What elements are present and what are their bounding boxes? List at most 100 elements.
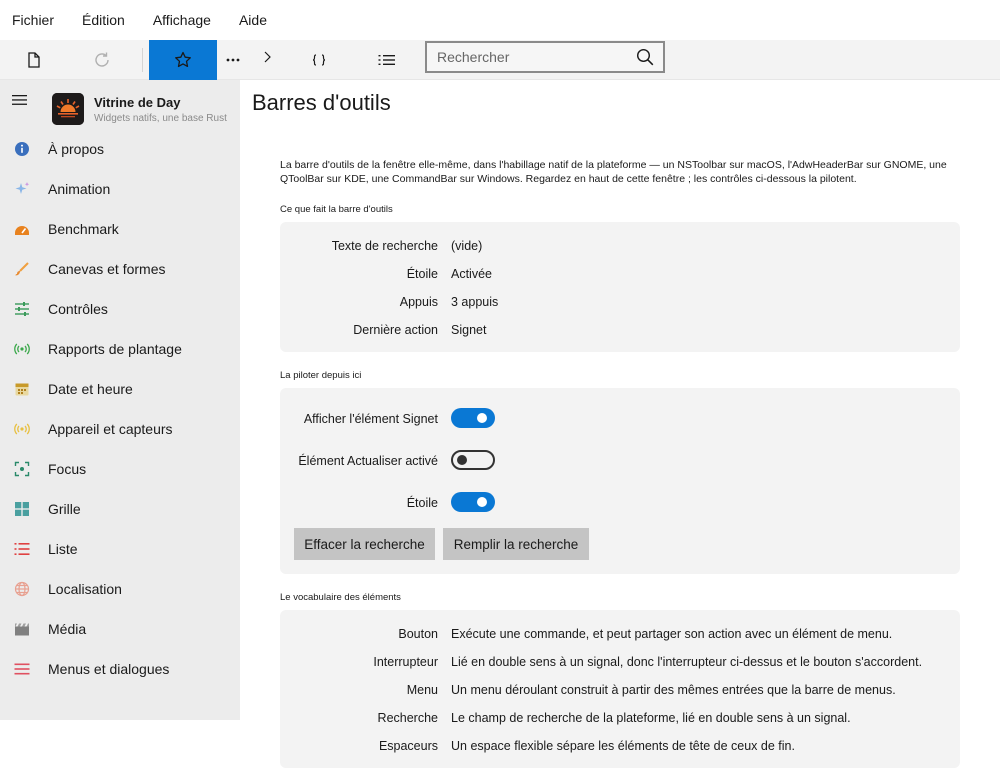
- sensor-icon: [14, 421, 30, 437]
- sidebar-item-label: Canevas et formes: [48, 261, 166, 277]
- sidebar-item-controles[interactable]: Contrôles: [0, 289, 240, 329]
- switch-label-bookmark: Afficher l'élément Signet: [303, 412, 438, 426]
- vocab-key: Espaceurs: [378, 739, 438, 753]
- sidebar-item-label: Liste: [48, 541, 78, 557]
- page-title: Barres d'outils: [252, 90, 391, 115]
- list-button[interactable]: [368, 40, 406, 80]
- vocab-value: Lié en double sens à un signal, donc l'i…: [451, 655, 923, 669]
- sidebar-item-benchmark[interactable]: Benchmark: [0, 209, 240, 249]
- state-value: 3 appuis: [451, 295, 499, 309]
- vocab-value: Un espace flexible sépare les éléments d…: [451, 739, 795, 753]
- clapper-icon: [14, 621, 30, 637]
- sidebar-item-localisation[interactable]: Localisation: [0, 569, 240, 609]
- sidebar-item-date-heure[interactable]: Date et heure: [0, 369, 240, 409]
- toggle-knob: [477, 497, 487, 507]
- hamburger-button[interactable]: [12, 93, 27, 111]
- sidebar-item-rapports[interactable]: Rapports de plantage: [0, 329, 240, 369]
- sidebar-item-appareil[interactable]: Appareil et capteurs: [0, 409, 240, 449]
- sidebar-item-label: Date et heure: [48, 381, 133, 397]
- new-document-button[interactable]: [14, 40, 54, 80]
- state-key: Texte de recherche: [331, 239, 438, 253]
- sidebar-item-media[interactable]: Média: [0, 609, 240, 649]
- toolbar: [0, 40, 1000, 80]
- sidebar-item-liste[interactable]: Liste: [0, 529, 240, 569]
- clear-search-button[interactable]: Effacer la recherche: [294, 528, 435, 560]
- toolbar-separator: [142, 48, 143, 72]
- sunrise-icon: [52, 93, 84, 125]
- menu-edition[interactable]: Édition: [82, 12, 125, 28]
- star-icon: [175, 51, 191, 68]
- sidebar-item-grille[interactable]: Grille: [0, 489, 240, 529]
- menu-fichier[interactable]: Fichier: [12, 12, 54, 28]
- info-icon: [14, 141, 30, 157]
- globe-icon: [14, 581, 30, 597]
- sidebar-item-label: Localisation: [48, 581, 122, 597]
- search-input[interactable]: [427, 43, 627, 71]
- sidebar-item-label: Contrôles: [48, 301, 108, 317]
- sidebar-item-label: Appareil et capteurs: [48, 421, 173, 437]
- vocab-value: Le champ de recherche de la plateforme, …: [451, 711, 851, 725]
- sidebar-item-label: Menus et dialogues: [48, 661, 170, 677]
- switch-label-star: Étoile: [406, 496, 438, 510]
- state-value: (vide): [451, 239, 483, 253]
- sidebar-item-focus[interactable]: Focus: [0, 449, 240, 489]
- state-key: Dernière action: [353, 323, 438, 337]
- sidebar-item-menus[interactable]: Menus et dialogues: [0, 649, 240, 689]
- fill-search-button[interactable]: Remplir la recherche: [443, 528, 589, 560]
- chevron-right-icon: [264, 51, 271, 63]
- sidebar-item-label: Benchmark: [48, 221, 119, 237]
- sidebar: Vitrine de Day Widgets natifs, une base …: [0, 80, 240, 720]
- star-button[interactable]: [149, 40, 217, 80]
- menu-bar: Fichier Édition Affichage Aide: [0, 0, 1000, 40]
- app-logo: [52, 93, 84, 125]
- sparkle-icon: [14, 181, 30, 197]
- search-box: [425, 41, 665, 73]
- app-subtitle: Widgets natifs, une base Rust: [94, 113, 227, 124]
- section-title-drive: La piloter depuis ici: [280, 370, 362, 381]
- vocab-key: Interrupteur: [373, 655, 438, 669]
- main-content: Barres d'outils La barre d'outils de la …: [240, 80, 1000, 776]
- braces-icon: [312, 54, 326, 66]
- menu-icon: [14, 661, 30, 677]
- sidebar-item-label: Focus: [48, 461, 87, 477]
- toggle-bookmark-item[interactable]: [451, 408, 495, 428]
- more-button[interactable]: [220, 40, 246, 80]
- search-icon: [636, 48, 654, 66]
- section-title-state: Ce que fait la barre d'outils: [280, 204, 393, 215]
- drive-card: Afficher l'élément Signet Élément Actual…: [280, 388, 960, 574]
- toggle-knob: [457, 455, 467, 465]
- refresh-button[interactable]: [82, 40, 122, 80]
- state-card: Texte de recherche (vide) Étoile Activée…: [280, 222, 960, 352]
- sidebar-nav: À propos Animation Benchmark Canevas et …: [0, 129, 240, 689]
- sidebar-item-label: Rapports de plantage: [48, 341, 182, 357]
- chevron-button[interactable]: [256, 40, 278, 74]
- sidebar-item-label: À propos: [48, 141, 105, 157]
- state-value: Signet: [451, 323, 487, 337]
- state-value: Activée: [451, 267, 492, 281]
- sidebar-item-label: Grille: [48, 501, 81, 517]
- focus-icon: [14, 461, 30, 477]
- vocab-card: Bouton Exécute une commande, et peut par…: [280, 610, 960, 768]
- vocab-key: Recherche: [377, 711, 438, 725]
- toggle-star[interactable]: [451, 492, 495, 512]
- vocab-key: Menu: [406, 683, 438, 697]
- toggle-refresh-enabled[interactable]: [451, 450, 495, 470]
- list-icon: [14, 541, 30, 557]
- search-button[interactable]: [627, 48, 663, 66]
- more-icon: [226, 58, 240, 62]
- braces-button[interactable]: [300, 40, 338, 80]
- vocab-key: Bouton: [398, 627, 438, 641]
- sidebar-item-a-propos[interactable]: À propos: [0, 129, 240, 169]
- document-icon: [28, 52, 40, 68]
- state-key: Étoile: [406, 267, 438, 281]
- grid-icon: [14, 501, 30, 517]
- app-name: Vitrine de Day: [94, 95, 181, 110]
- sidebar-item-animation[interactable]: Animation: [0, 169, 240, 209]
- menu-aide[interactable]: Aide: [239, 12, 267, 28]
- vocab-value: Un menu déroulant construit à partir des…: [451, 683, 896, 697]
- broadcast-icon: [14, 341, 30, 357]
- menu-affichage[interactable]: Affichage: [153, 12, 211, 28]
- sidebar-item-canevas[interactable]: Canevas et formes: [0, 249, 240, 289]
- sliders-icon: [14, 301, 30, 317]
- section-title-vocab: Le vocabulaire des éléments: [280, 592, 401, 603]
